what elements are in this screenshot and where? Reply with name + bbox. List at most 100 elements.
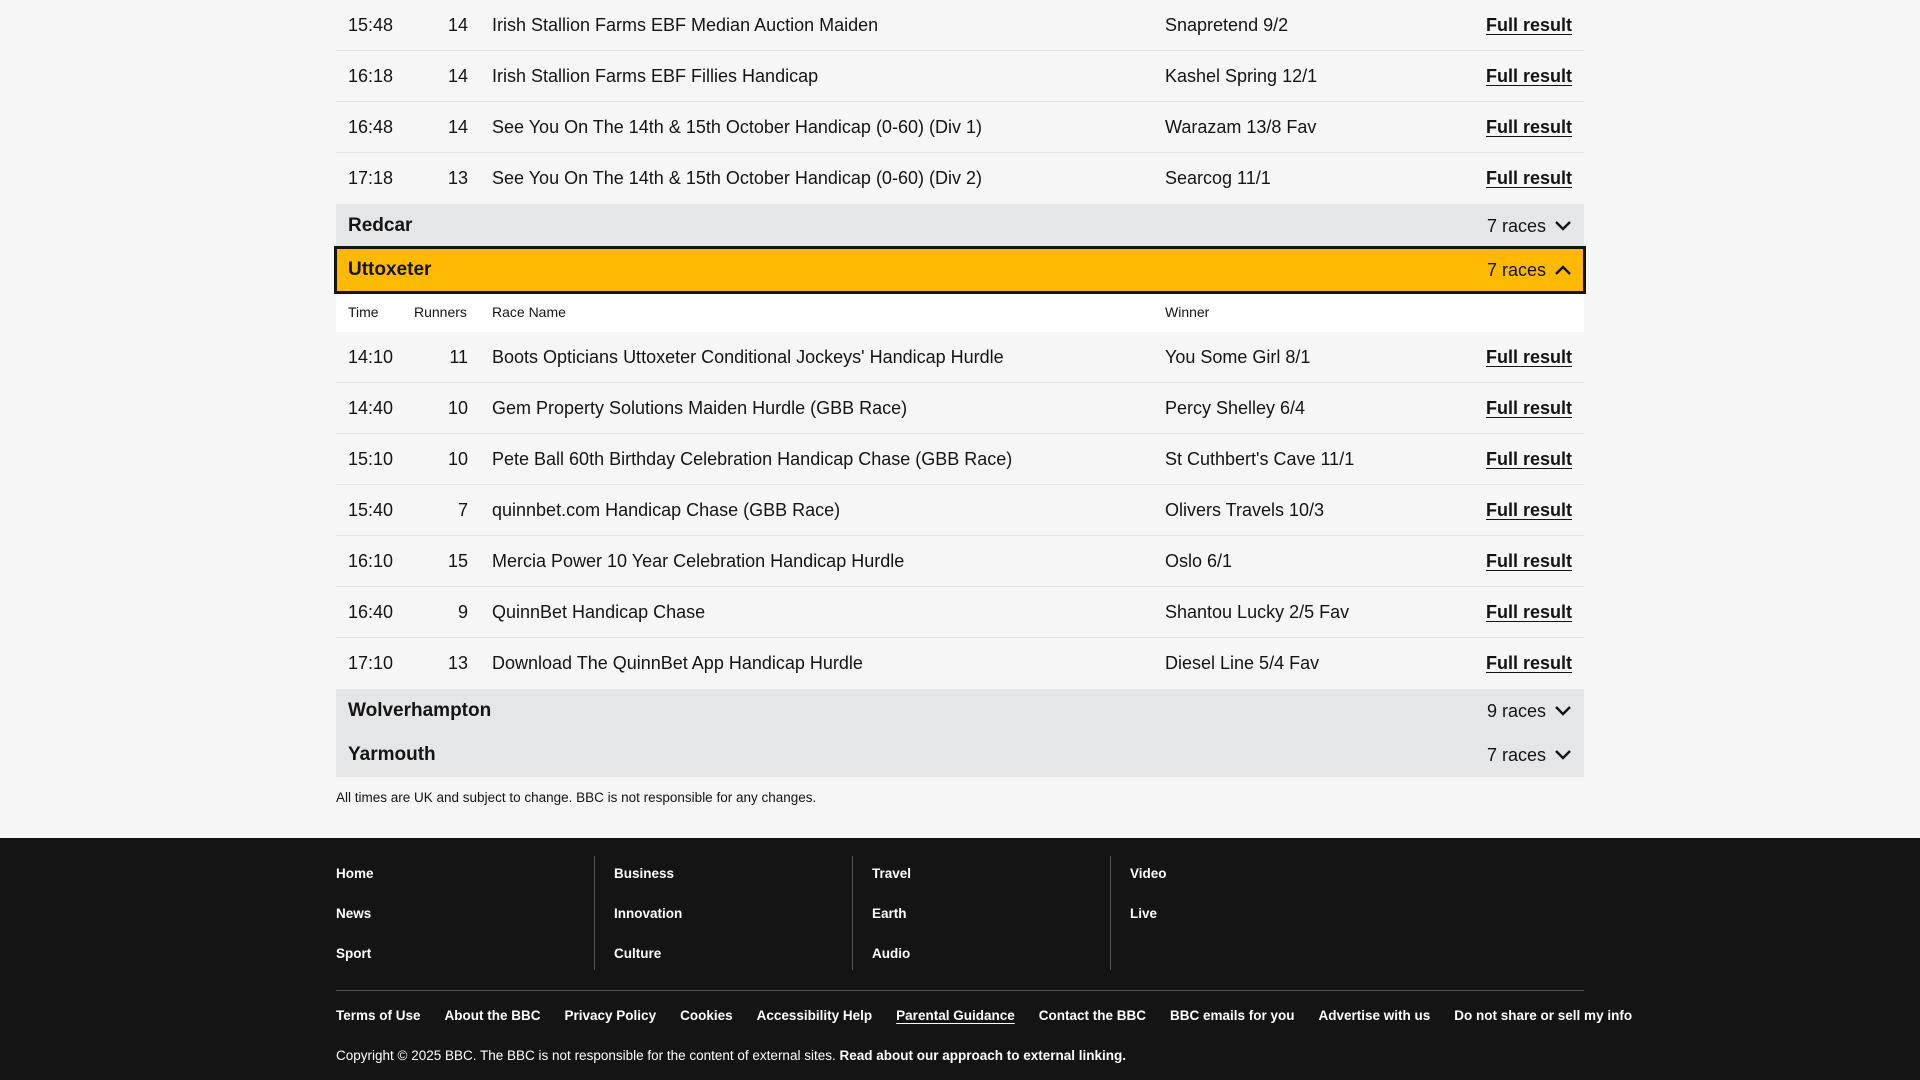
race-name: Boots Opticians Uttoxeter Conditional Jo… (492, 346, 1004, 367)
meeting-name: Wolverhampton (348, 700, 492, 721)
race-winner: Olivers Travels 10/3 (1165, 499, 1325, 520)
header-race-name: Race Name (492, 304, 566, 320)
full-result-link[interactable]: Full result (1486, 398, 1572, 419)
race-winner: You Some Girl 8/1 (1165, 346, 1311, 367)
full-result-link[interactable]: Full result (1486, 117, 1572, 138)
chevron-down-icon (1555, 221, 1571, 231)
race-runners: 13 (447, 168, 468, 188)
race-name: Pete Ball 60th Birthday Celebration Hand… (492, 448, 1013, 469)
meeting-count: 7 races (1487, 260, 1572, 281)
header-winner: Winner (1165, 304, 1210, 320)
full-result-link[interactable]: Full result (1486, 168, 1572, 189)
race-name: Irish Stallion Farms EBF Fillies Handica… (492, 65, 819, 86)
footer-link-business[interactable]: Business (614, 854, 852, 894)
uttoxeter-results: 14:10 11 Boots Opticians Uttoxeter Conditi… (336, 332, 1584, 689)
full-result-link[interactable]: Full result (1486, 500, 1572, 521)
race-runners: 14 (447, 116, 468, 137)
footer-link-advertise-with-us[interactable]: Advertise with us (1319, 1008, 1431, 1023)
race-runners: 9 (457, 601, 468, 622)
footer-link-innovation[interactable]: Innovation (614, 894, 852, 934)
footer-link-accessibility-help[interactable]: Accessibility Help (757, 1008, 873, 1023)
footer-link-video[interactable]: Video (1130, 854, 1368, 894)
footer-link-news[interactable]: News (336, 894, 594, 934)
race-count: 7 races (1486, 259, 1546, 280)
meeting-name: Redcar (348, 215, 413, 236)
footer-link-earth[interactable]: Earth (872, 894, 1110, 934)
race-runners: 15 (447, 550, 468, 571)
meeting-name: Yarmouth (348, 744, 436, 765)
full-result-link[interactable]: Full result (1486, 602, 1572, 623)
footer-link-travel[interactable]: Travel (872, 854, 1110, 894)
full-result-link[interactable]: Full result (1486, 449, 1572, 470)
footer-link-bbc-emails-for-you[interactable]: BBC emails for you (1170, 1008, 1295, 1023)
footer-link-live[interactable]: Live (1130, 894, 1368, 934)
footer-link-contact-the-bbc[interactable]: Contact the BBC (1039, 1008, 1146, 1023)
results-container: 15:48 14 Irish Stallion Farms EBF Median A… (334, 0, 1586, 777)
footer-link-about-the-bbc[interactable]: About the BBC (445, 1008, 541, 1023)
table-row: 15:48 14 Irish Stallion Farms EBF Median A… (336, 0, 1584, 51)
footer-link-sport[interactable]: Sport (336, 934, 594, 974)
race-winner: St Cuthbert's Cave 11/1 (1165, 448, 1355, 469)
footer-legal-links: Terms of Use About the BBC Privacy Policy C… (336, 1008, 1632, 1023)
footer-column: Video Live (1110, 856, 1368, 970)
race-winner: Snapretend 9/2 (1165, 14, 1289, 35)
meeting-wolverhampton[interactable]: Wolverhampton 9 races (336, 689, 1584, 733)
race-time: 15:10 (348, 448, 394, 469)
header-time: Time (348, 304, 379, 320)
chevron-up-icon (1555, 265, 1571, 275)
footer-link-do-not-share-or-sell-my-info[interactable]: Do not share or sell my info (1454, 1008, 1632, 1023)
footer-link-audio[interactable]: Audio (872, 934, 1110, 974)
table-row: 16:40 9 QuinnBet Handicap Chase Shantou Luc… (336, 587, 1584, 638)
external-linking-link[interactable]: Read about our approach to external link… (839, 1048, 1126, 1063)
race-time: 16:48 (348, 116, 394, 137)
meeting-name: Uttoxeter (348, 259, 432, 280)
race-winner: Kashel Spring 12/1 (1165, 65, 1318, 86)
footer-link-privacy-policy[interactable]: Privacy Policy (565, 1008, 657, 1023)
header-runners: Runners (414, 304, 467, 320)
footer-nav: Home News Sport Business Innovation Culture … (336, 856, 1368, 970)
footer-link-cookies[interactable]: Cookies (680, 1008, 733, 1023)
meeting-redcar[interactable]: Redcar 7 races (336, 204, 1584, 248)
full-result-link[interactable]: Full result (1486, 551, 1572, 572)
full-result-link[interactable]: Full result (1486, 15, 1572, 36)
meeting-uttoxeter[interactable]: Uttoxeter 7 races (334, 246, 1586, 294)
footer-link-terms-of-use[interactable]: Terms of Use (336, 1008, 421, 1023)
footer-divider (336, 990, 1584, 991)
race-time: 14:10 (348, 346, 394, 367)
race-runners: 13 (447, 653, 468, 673)
table-header: Time Runners Race Name Winner (336, 292, 1584, 332)
site-footer: Home News Sport Business Innovation Culture … (0, 838, 1920, 1080)
race-time: 16:40 (348, 601, 394, 622)
footer-column: Home News Sport (336, 856, 594, 970)
times-note: All times are UK and subject to change. … (336, 790, 817, 805)
table-row: 17:10 13 Download The QuinnBet App Handica… (336, 638, 1584, 689)
race-time: 17:18 (348, 168, 394, 188)
table-row: 15:40 7 quinnbet.com Handicap Chase (GBB R… (336, 485, 1584, 536)
full-result-link[interactable]: Full result (1486, 347, 1572, 368)
footer-link-culture[interactable]: Culture (614, 934, 852, 974)
race-name: Download The QuinnBet App Handicap Hurdl… (492, 653, 863, 673)
race-runners: 10 (447, 448, 468, 469)
race-time: 17:10 (348, 653, 394, 673)
race-count: 7 races (1486, 215, 1546, 236)
full-result-link[interactable]: Full result (1486, 66, 1572, 87)
race-winner: Percy Shelley 6/4 (1165, 397, 1306, 418)
footer-column: Travel Earth Audio (852, 856, 1110, 970)
footer-link-home[interactable]: Home (336, 854, 594, 894)
race-count: 7 races (1486, 744, 1546, 765)
race-name: Gem Property Solutions Maiden Hurdle (GB… (492, 397, 908, 418)
meeting-yarmouth[interactable]: Yarmouth 7 races (336, 733, 1584, 777)
footer-column: Business Innovation Culture (594, 856, 852, 970)
race-time: 16:18 (348, 65, 394, 86)
footer-link-parental-guidance[interactable]: Parental Guidance (896, 1008, 1015, 1023)
meeting-count: 9 races (1487, 701, 1572, 722)
race-runners: 14 (447, 14, 468, 35)
full-result-link[interactable]: Full result (1486, 653, 1572, 674)
race-winner: Oslo 6/1 (1165, 550, 1233, 571)
chevron-down-icon (1555, 750, 1571, 760)
race-time: 15:40 (348, 499, 394, 520)
table-row: 16:10 15 Mercia Power 10 Year Celebration … (336, 536, 1584, 587)
race-winner: Warazam 13/8 Fav (1165, 116, 1317, 137)
table-row: 16:48 14 See You On The 14th & 15th Octobe… (336, 102, 1584, 153)
race-count: 9 races (1486, 700, 1546, 721)
